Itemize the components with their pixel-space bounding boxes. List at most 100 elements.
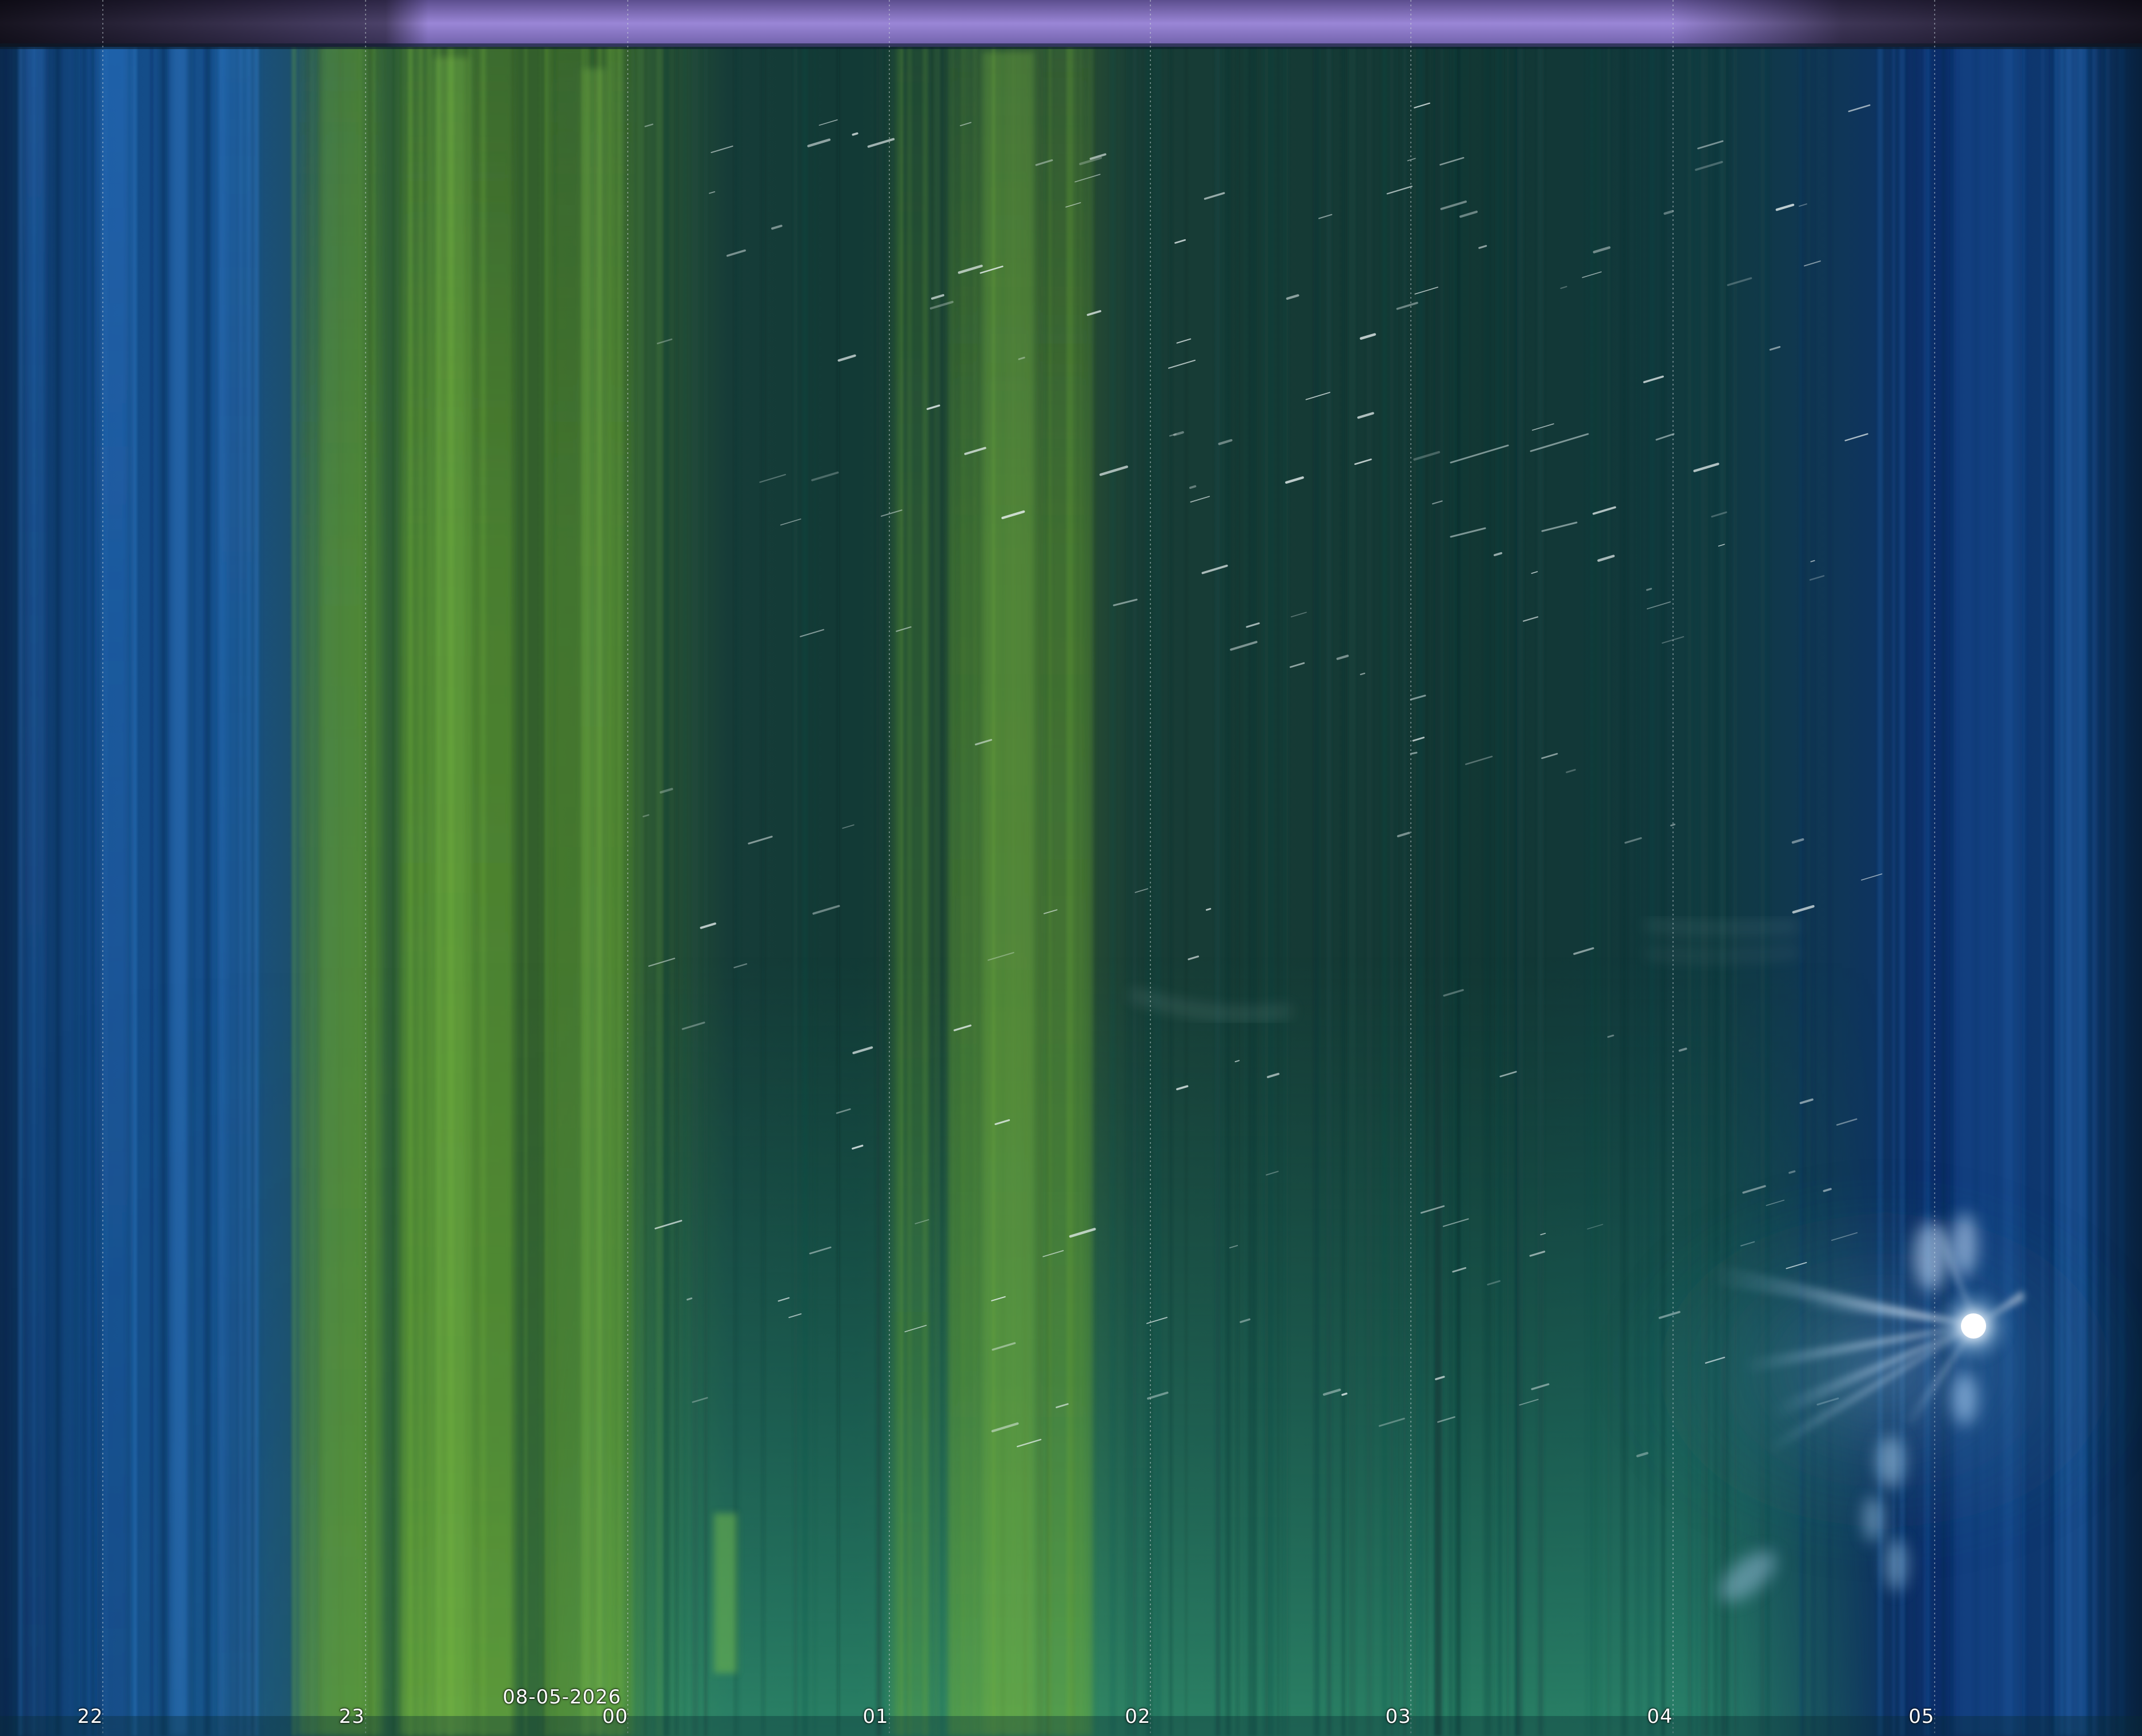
texture-streak (1417, 40, 1423, 1736)
texture-streak (876, 40, 883, 1736)
texture-streak (656, 40, 662, 1736)
star-trail (1411, 753, 1417, 754)
star-trail (1647, 589, 1651, 590)
texture-streak (73, 40, 79, 1736)
texture-streak (1461, 40, 1463, 1736)
texture-streak (934, 40, 940, 1736)
texture-streak (1648, 40, 1649, 1736)
texture-streak (664, 40, 670, 1736)
texture-streak (1277, 40, 1280, 1736)
texture-streak (1382, 40, 1387, 1736)
texture-streak (704, 40, 708, 1736)
texture-streak (1484, 40, 1490, 1736)
texture-streak (1649, 40, 1654, 1736)
texture-streak (1403, 40, 1406, 1736)
texture-streak (2119, 40, 2125, 1736)
texture-streak (393, 40, 395, 1736)
texture-streak (1454, 40, 1456, 1736)
texture-streak (131, 40, 136, 1736)
texture-streak (13, 40, 16, 1736)
texture-streak (540, 40, 541, 1736)
texture-streak (837, 40, 840, 1736)
texture-streak (190, 40, 194, 1736)
star-trail (1206, 909, 1210, 910)
keogram-image: 08-05-2026 22 23 00 01 02 03 04 05 (0, 0, 2142, 1736)
hour-label: 05 (1887, 1705, 1956, 1728)
texture-streak (1539, 40, 1543, 1736)
top-band (0, 0, 2142, 49)
texture-streak (803, 40, 808, 1736)
texture-streak (1514, 40, 1518, 1736)
texture-streak (1154, 40, 1161, 1736)
texture-streak (1286, 40, 1289, 1736)
texture-streak (1639, 40, 1641, 1736)
texture-streak (675, 40, 678, 1736)
texture-streak (544, 40, 548, 1736)
texture-streak (1170, 40, 1172, 1736)
texture-streak (46, 40, 47, 1736)
texture-streak (1236, 40, 1240, 1736)
texture-streak (1186, 40, 1187, 1736)
texture-streak (1342, 40, 1345, 1736)
texture-streak (162, 40, 168, 1736)
texture-streak (1282, 40, 1283, 1736)
star-trail (687, 1299, 691, 1300)
texture-streak (524, 40, 527, 1736)
texture-streak (684, 40, 685, 1736)
texture-streak (1636, 40, 1639, 1736)
texture-streak (5, 40, 9, 1736)
texture-streak (91, 40, 95, 1736)
hour-label: 03 (1364, 1705, 1433, 1728)
texture-streak (637, 40, 643, 1736)
texture-streak (1222, 40, 1225, 1736)
texture-streak (814, 40, 816, 1736)
star-trail (1342, 1393, 1346, 1395)
texture-streak (151, 40, 153, 1736)
texture-streak (82, 40, 87, 1736)
texture-streak (1390, 40, 1394, 1736)
texture-streak (1607, 40, 1610, 1736)
texture-streak (1449, 40, 1452, 1736)
texture-streak (1591, 40, 1597, 1736)
texture-streak (1458, 40, 1461, 1736)
texture-streak (1507, 40, 1509, 1736)
texture-streak (793, 40, 797, 1736)
texture-streak (1426, 40, 1428, 1736)
star-trail (1790, 1171, 1795, 1173)
hour-label: 04 (1626, 1705, 1694, 1728)
texture-streak (644, 40, 645, 1736)
texture-streak (739, 40, 740, 1736)
texture-streak (1145, 40, 1147, 1736)
texture-streak (761, 40, 765, 1736)
texture-streak (1366, 40, 1372, 1736)
texture-streak (1126, 40, 1132, 1736)
texture-streak (1265, 40, 1270, 1736)
star-trail (853, 134, 857, 135)
texture-streak (734, 40, 737, 1736)
texture-streak (1216, 40, 1220, 1736)
texture-streak (1133, 40, 1137, 1736)
hour-label: 02 (1104, 1705, 1172, 1728)
texture-streak (692, 40, 699, 1736)
texture-streak (1349, 40, 1356, 1736)
texture-streak (1144, 40, 1145, 1736)
texture-streak (204, 40, 210, 1736)
texture-streak (18, 40, 23, 1736)
texture-streak (1435, 40, 1439, 1736)
texture-streak (1244, 40, 1245, 1736)
star-trail (1190, 487, 1196, 488)
texture-streak (1317, 40, 1321, 1736)
texture-streak (1110, 40, 1116, 1736)
texture-streak (1262, 40, 1264, 1736)
texture-streak (1496, 40, 1502, 1736)
texture-streak (1328, 40, 1332, 1736)
texture-streak (1226, 40, 1231, 1736)
texture-streak (291, 40, 296, 1736)
hour-label: 23 (318, 1705, 386, 1728)
star-trail (1671, 825, 1675, 826)
texture-streak (1396, 40, 1399, 1736)
texture-streak (1621, 40, 1627, 1736)
texture-streak (1251, 40, 1257, 1736)
texture-streak (1269, 40, 1275, 1736)
texture-streak (55, 40, 58, 1736)
